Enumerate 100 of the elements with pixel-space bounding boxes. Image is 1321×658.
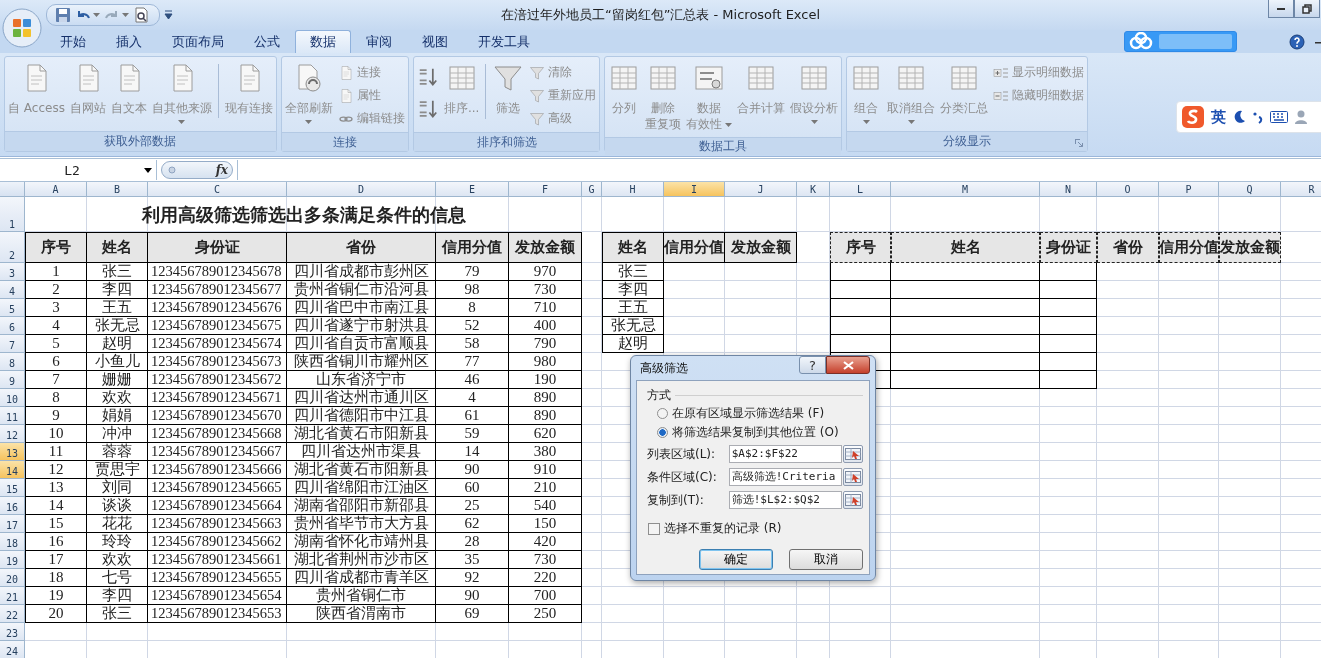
table-cell[interactable]: 14 — [436, 443, 509, 461]
table-cell[interactable]: 花花 — [87, 515, 148, 533]
ribbon-tab[interactable]: 开始 — [45, 30, 101, 53]
radio-button[interactable] — [657, 427, 668, 438]
table-cell[interactable]: 123456789012345670 — [148, 407, 287, 425]
table-cell[interactable]: 欢欢 — [87, 551, 148, 569]
row-header[interactable]: 22 — [0, 605, 25, 623]
table-cell[interactable]: 14 — [25, 497, 87, 515]
table-cell[interactable]: 123456789012345676 — [148, 299, 287, 317]
row-header[interactable]: 17 — [0, 515, 25, 533]
splitter-handle-icon[interactable] — [168, 166, 176, 174]
column-header[interactable]: P — [1159, 182, 1219, 197]
table-cell[interactable]: 陕西省渭南市 — [287, 605, 436, 623]
column-header[interactable]: K — [797, 182, 830, 197]
row-header[interactable]: 14 — [0, 461, 25, 479]
table-cell[interactable]: 77 — [436, 353, 509, 371]
table-cell[interactable]: 710 — [509, 299, 582, 317]
table-cell[interactable]: 730 — [509, 551, 582, 569]
ribbon-tab[interactable]: 公式 — [239, 30, 295, 53]
column-header[interactable]: F — [509, 182, 582, 197]
row-header[interactable]: 4 — [0, 281, 25, 299]
table-cell[interactable] — [1040, 353, 1097, 371]
table-cell[interactable]: 四川省巴中市南江县 — [287, 299, 436, 317]
row-header[interactable]: 23 — [0, 623, 25, 641]
table-cell[interactable]: 123456789012345678 — [148, 263, 287, 281]
table-cell[interactable]: 17 — [25, 551, 87, 569]
table-cell[interactable] — [891, 299, 1040, 317]
table-cell[interactable] — [830, 317, 891, 335]
table-cell[interactable]: 890 — [509, 389, 582, 407]
table-cell[interactable]: 湖北省黄石市阳新县 — [287, 461, 436, 479]
table-cell[interactable] — [830, 299, 891, 317]
restore-button[interactable] — [1294, 0, 1320, 18]
table-cell[interactable]: 910 — [509, 461, 582, 479]
insert-function-button[interactable]: fx — [215, 163, 228, 177]
row-header[interactable]: 18 — [0, 533, 25, 551]
table-cell[interactable]: 380 — [509, 443, 582, 461]
table-cell[interactable]: 湖南省怀化市靖州县 — [287, 533, 436, 551]
column-header[interactable]: J — [725, 182, 797, 197]
table-cell[interactable]: 李四 — [87, 281, 148, 299]
table-cell[interactable]: 92 — [436, 569, 509, 587]
table-cell[interactable]: 730 — [509, 281, 582, 299]
table-header-cell[interactable]: 信用分值 — [664, 232, 725, 263]
table-cell[interactable]: 四川省成都市彭州区 — [287, 263, 436, 281]
table-cell[interactable]: 11 — [25, 443, 87, 461]
table-cell[interactable]: 60 — [436, 479, 509, 497]
table-cell[interactable]: 8 — [25, 389, 87, 407]
table-cell[interactable]: 90 — [436, 461, 509, 479]
range-select-button[interactable] — [842, 491, 863, 509]
table-cell[interactable]: 123456789012345663 — [148, 515, 287, 533]
table-cell[interactable]: 150 — [509, 515, 582, 533]
table-cell[interactable]: 420 — [509, 533, 582, 551]
ribbon-tab[interactable]: 页面布局 — [157, 30, 239, 53]
row-header[interactable]: 2 — [0, 232, 25, 263]
table-cell[interactable]: 210 — [509, 479, 582, 497]
table-header-cell[interactable]: 姓名 — [87, 232, 148, 263]
table-cell[interactable]: 35 — [436, 551, 509, 569]
table-cell[interactable]: 6 — [25, 353, 87, 371]
column-header[interactable]: Q — [1219, 182, 1281, 197]
column-header[interactable]: R — [1281, 182, 1321, 197]
row-header[interactable]: 9 — [0, 371, 25, 389]
table-cell[interactable]: 姗姗 — [87, 371, 148, 389]
table-cell[interactable]: 59 — [436, 425, 509, 443]
table-header-cell[interactable]: 发放金额 — [725, 232, 797, 263]
input-field[interactable]: 高级筛选!Criteria — [728, 468, 842, 486]
minimize-button[interactable] — [1268, 0, 1294, 18]
column-header[interactable]: N — [1040, 182, 1097, 197]
ribbon-tab[interactable]: 开发工具 — [463, 30, 545, 53]
table-cell[interactable] — [1040, 317, 1097, 335]
table-cell[interactable]: 540 — [509, 497, 582, 515]
table-cell[interactable]: 贵州省毕节市大方县 — [287, 515, 436, 533]
dropdown-icon[interactable] — [144, 167, 152, 173]
table-cell[interactable]: 123456789012345661 — [148, 551, 287, 569]
table-header-cell[interactable]: 序号 — [830, 232, 891, 263]
row-header[interactable]: 24 — [0, 641, 25, 658]
table-cell[interactable]: 123456789012345671 — [148, 389, 287, 407]
close-button[interactable] — [826, 356, 870, 374]
sheet-title[interactable]: 利用高级筛选筛选出多条满足条件的信息 — [25, 197, 582, 232]
table-header-cell[interactable]: 省份 — [287, 232, 436, 263]
table-cell[interactable]: 620 — [509, 425, 582, 443]
row-header[interactable]: 15 — [0, 479, 25, 497]
table-cell[interactable]: 王五 — [602, 299, 664, 317]
table-cell[interactable] — [830, 281, 891, 299]
table-cell[interactable]: 25 — [436, 497, 509, 515]
dialog-button[interactable]: 取消 — [789, 549, 863, 570]
table-cell[interactable] — [830, 263, 891, 281]
customize-icon[interactable] — [164, 10, 173, 20]
table-cell[interactable]: 张三 — [87, 605, 148, 623]
table-cell[interactable]: 陕西省铜川市耀州区 — [287, 353, 436, 371]
table-cell[interactable]: 28 — [436, 533, 509, 551]
checkbox[interactable] — [648, 522, 660, 535]
row-header[interactable]: 6 — [0, 317, 25, 335]
table-cell[interactable]: 欢欢 — [87, 389, 148, 407]
table-cell[interactable] — [891, 335, 1040, 353]
table-header-cell[interactable]: 身份证 — [1040, 232, 1097, 263]
table-cell[interactable]: 李四 — [602, 281, 664, 299]
table-cell[interactable]: 123456789012345653 — [148, 605, 287, 623]
table-cell[interactable]: 123456789012345665 — [148, 479, 287, 497]
range-select-button[interactable] — [842, 468, 863, 486]
table-cell[interactable]: 46 — [436, 371, 509, 389]
row-header[interactable]: 20 — [0, 569, 25, 587]
